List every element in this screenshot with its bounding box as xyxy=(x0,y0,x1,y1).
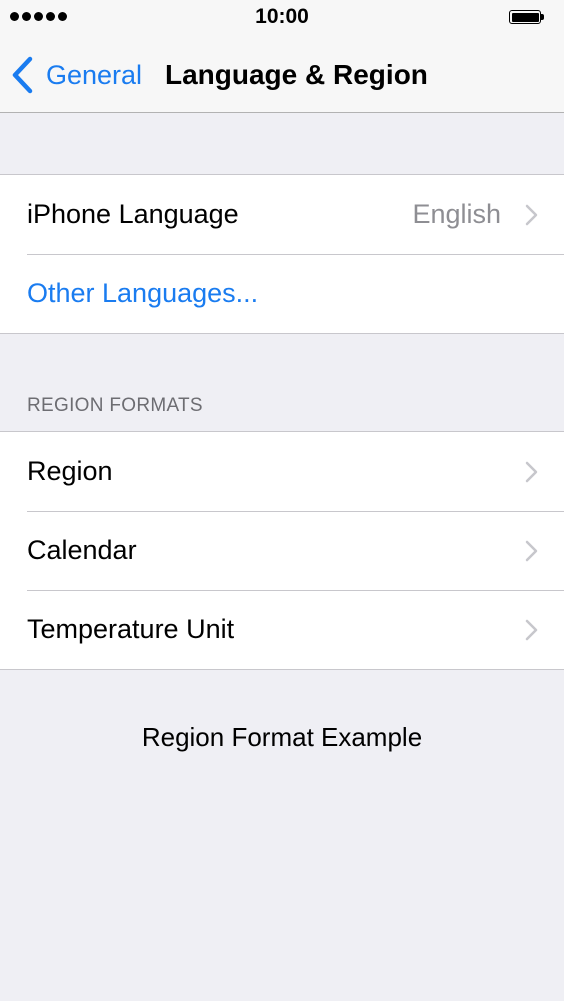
status-time: 10:00 xyxy=(255,5,309,28)
battery-icon xyxy=(509,10,545,26)
chevron-right-icon xyxy=(525,204,538,225)
other-languages-link[interactable]: Other Languages... xyxy=(27,278,258,309)
iphone-language-value: English xyxy=(412,199,501,229)
other-languages-row[interactable]: Other Languages... xyxy=(0,254,564,333)
chevron-right-icon xyxy=(525,540,538,561)
region-label: Region xyxy=(27,456,113,486)
iphone-language-label: iPhone Language xyxy=(27,199,239,229)
iphone-language-row[interactable]: iPhone Language English xyxy=(0,175,564,254)
region-formats-group: Region Calendar Temperature Unit xyxy=(0,431,564,670)
back-button-label: General xyxy=(46,59,143,90)
calendar-label: Calendar xyxy=(27,535,137,565)
page-title: Language & Region xyxy=(165,59,428,90)
chevron-right-icon xyxy=(525,619,538,640)
region-row[interactable]: Region xyxy=(0,432,564,511)
region-format-example-label: Region Format Example xyxy=(141,722,423,752)
navigation-bar: General Language & Region xyxy=(0,36,564,113)
status-bar: 10:00 xyxy=(0,0,564,36)
chevron-right-icon xyxy=(525,461,538,482)
temperature-unit-row[interactable]: Temperature Unit xyxy=(0,590,564,669)
back-button[interactable]: General xyxy=(10,54,142,96)
temperature-unit-label: Temperature Unit xyxy=(27,614,235,644)
language-group: iPhone Language English Other Languages.… xyxy=(0,174,564,334)
chevron-left-icon xyxy=(12,56,33,94)
calendar-row[interactable]: Calendar xyxy=(0,511,564,590)
region-formats-header: REGION FORMATS xyxy=(27,395,203,416)
